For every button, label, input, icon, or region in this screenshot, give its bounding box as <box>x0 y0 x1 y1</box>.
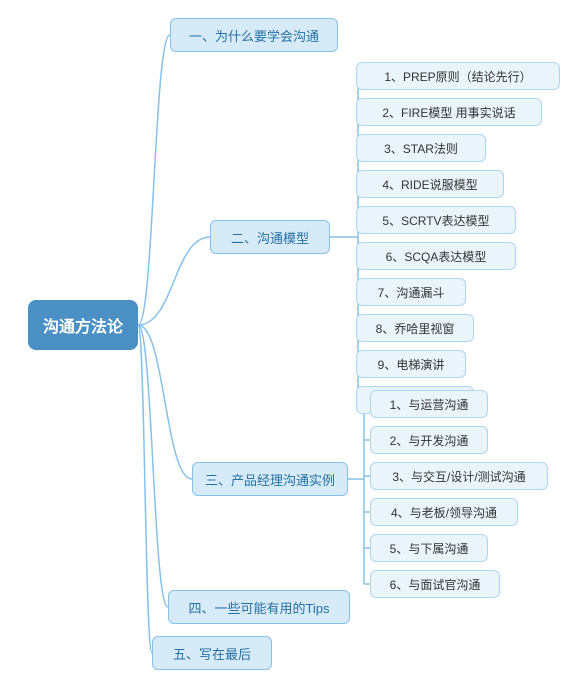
level2-node-3-4: 4、与老板/领导沟通 <box>370 498 518 526</box>
mind-map: 沟通方法论 一、为什么要学会沟通 二、沟通模型 三、产品经理沟通实例 四、一些可… <box>0 0 583 673</box>
level2-node-3-5: 5、与下属沟通 <box>370 534 488 562</box>
level2-node-2-7: 7、沟通漏斗 <box>356 278 466 306</box>
level2-node-3-1: 1、与运营沟通 <box>370 390 488 418</box>
level2-node-3-3: 3、与交互/设计/测试沟通 <box>370 462 548 490</box>
level2-node-2-3: 3、STAR法则 <box>356 134 486 162</box>
level2-node-2-4: 4、RIDE说服模型 <box>356 170 504 198</box>
level1-node-5: 五、写在最后 <box>152 636 272 670</box>
level2-node-3-6: 6、与面试官沟通 <box>370 570 500 598</box>
level2-node-2-9: 9、电梯演讲 <box>356 350 466 378</box>
level1-node-4: 四、一些可能有用的Tips <box>168 590 350 624</box>
level2-node-2-6: 6、SCQA表达模型 <box>356 242 516 270</box>
level2-node-2-8: 8、乔哈里视窗 <box>356 314 474 342</box>
level2-node-3-2: 2、与开发沟通 <box>370 426 488 454</box>
level2-node-2-2: 2、FIRE模型 用事实说话 <box>356 98 542 126</box>
root-node: 沟通方法论 <box>28 300 138 350</box>
level1-node-3: 三、产品经理沟通实例 <box>192 462 348 496</box>
level1-node-2: 二、沟通模型 <box>210 220 330 254</box>
level2-node-2-1: 1、PREP原则（结论先行） <box>356 62 560 90</box>
level2-node-2-5: 5、SCRTV表达模型 <box>356 206 516 234</box>
level1-node-1: 一、为什么要学会沟通 <box>170 18 338 52</box>
